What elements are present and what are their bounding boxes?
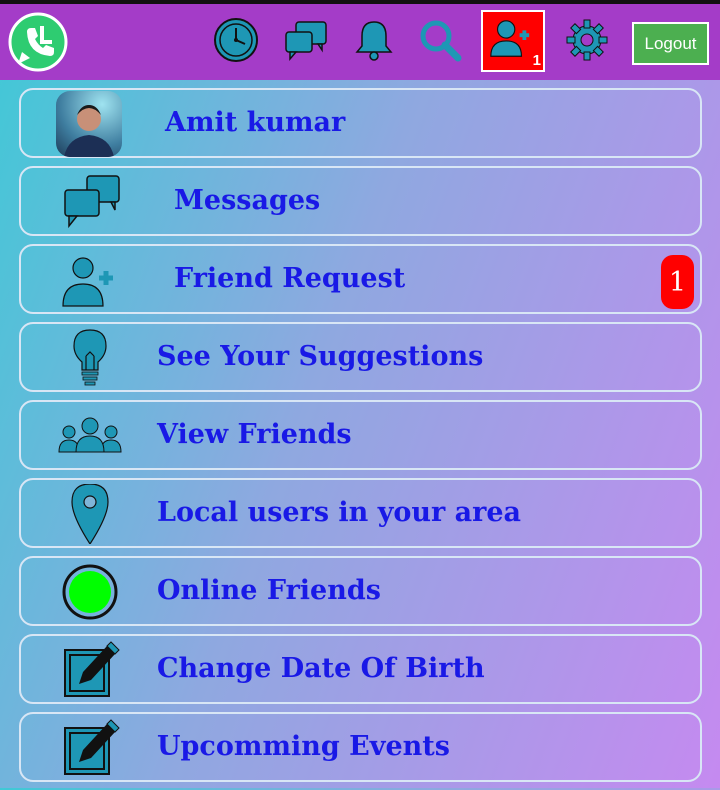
menu-item-label: Messages	[174, 185, 321, 216]
menu-item-suggestions[interactable]: See Your Suggestions	[19, 322, 702, 392]
lightbulb-icon	[55, 328, 125, 388]
friend-request-badge: 1	[661, 255, 694, 309]
menu-item-friend-request[interactable]: Friend Request 1	[19, 244, 702, 314]
menu-item-label: View Friends	[157, 419, 352, 450]
menu-item-change-dob[interactable]: Change Date Of Birth	[19, 634, 702, 704]
online-dot-icon	[55, 562, 125, 622]
menu-item-profile[interactable]: Amit kumar	[19, 88, 702, 158]
search-icon[interactable]	[416, 16, 464, 64]
menu-item-online-friends[interactable]: Online Friends	[19, 556, 702, 626]
avatar	[56, 91, 122, 157]
clock-icon[interactable]	[212, 16, 260, 64]
chat-icon[interactable]	[282, 16, 330, 64]
edit-icon	[55, 640, 125, 700]
main-menu: Amit kumar Messages Friend Request 1 See…	[19, 88, 702, 790]
menu-item-label: Amit kumar	[165, 107, 346, 138]
edit-icon	[55, 718, 125, 778]
menu-item-label: Online Friends	[157, 575, 381, 606]
menu-item-upcoming-events[interactable]: Upcomming Events	[19, 712, 702, 782]
group-icon	[55, 406, 125, 466]
add-friend-icon	[55, 250, 125, 310]
location-pin-icon	[55, 483, 125, 546]
menu-item-messages[interactable]: Messages	[19, 166, 702, 236]
top-bar: 1 Logout	[0, 0, 720, 80]
friend-request-count: 1	[532, 52, 541, 69]
menu-item-label: Upcomming Events	[157, 731, 450, 762]
app-logo-icon[interactable]	[8, 12, 68, 72]
menu-item-label: Friend Request	[174, 263, 406, 294]
chat-icon	[55, 172, 125, 232]
bell-icon[interactable]	[350, 16, 398, 64]
menu-item-view-friends[interactable]: View Friends	[19, 400, 702, 470]
friend-request-button[interactable]: 1	[481, 10, 545, 72]
menu-item-local-users[interactable]: Local users in your area	[19, 478, 702, 548]
menu-item-label: See Your Suggestions	[157, 341, 484, 372]
menu-item-label: Change Date Of Birth	[157, 653, 485, 684]
add-friend-icon	[490, 20, 530, 57]
gear-icon[interactable]	[563, 16, 611, 64]
logout-button[interactable]: Logout	[632, 22, 709, 65]
menu-item-label: Local users in your area	[157, 497, 522, 528]
